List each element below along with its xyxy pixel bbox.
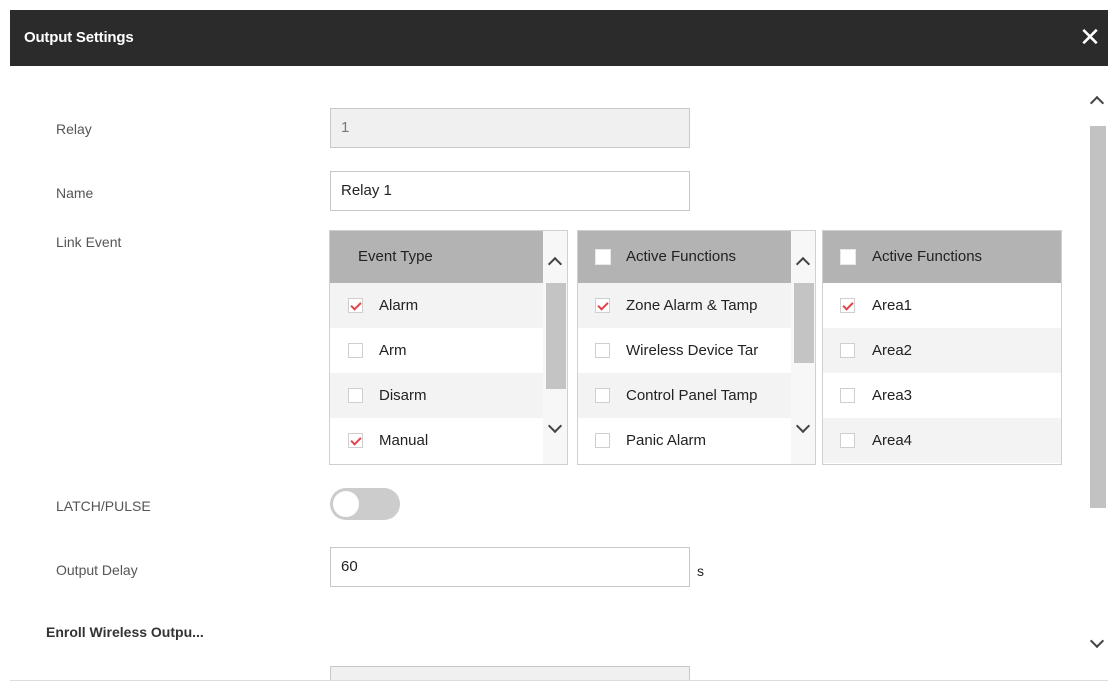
areas-header: Active Functions (823, 231, 1061, 283)
select-all-checkbox[interactable] (595, 249, 611, 265)
list-item-label: Area3 (872, 387, 913, 404)
checkbox[interactable] (348, 343, 363, 358)
list-item[interactable]: Area2 (823, 328, 1061, 373)
list-item-label: Arm (379, 342, 407, 359)
list-item[interactable]: Area4 (823, 418, 1061, 463)
output-delay-field[interactable]: 60 (330, 547, 690, 587)
active-functions-list: Active Functions Zone Alarm & Tamp Wirel… (577, 230, 816, 465)
checkbox[interactable] (595, 298, 610, 313)
toggle-knob (333, 491, 359, 517)
checkbox[interactable] (348, 298, 363, 313)
checkbox[interactable] (595, 388, 610, 403)
list-item[interactable]: Wireless Device Tar (578, 328, 791, 373)
relay-field: 1 (330, 108, 690, 148)
name-field[interactable]: Relay 1 (330, 171, 690, 211)
event-type-header: Event Type (330, 231, 543, 283)
list-item-label: Wireless Device Tar (626, 342, 759, 359)
checkbox[interactable] (840, 433, 855, 448)
event-type-scrollbar[interactable] (543, 231, 567, 464)
active-functions-header-label: Active Functions (626, 248, 737, 265)
link-event-label: Link Event (56, 234, 122, 250)
list-item-label: Area4 (872, 432, 913, 449)
active-functions-scrollbar[interactable] (791, 231, 815, 464)
list-item-label: Alarm (379, 297, 419, 314)
list-item[interactable]: Disarm (330, 373, 543, 418)
chevron-down-icon[interactable] (795, 418, 811, 434)
chevron-up-icon[interactable] (1089, 95, 1105, 111)
list-item-label: Area2 (872, 342, 913, 359)
enroll-wireless-output-label: Enroll Wireless Outpu... (46, 624, 204, 640)
checkbox[interactable] (840, 343, 855, 358)
enroll-field (330, 666, 690, 680)
latch-pulse-toggle[interactable] (330, 488, 400, 520)
close-icon[interactable]: ✕ (1076, 22, 1104, 52)
scrollbar-thumb[interactable] (1090, 126, 1106, 508)
list-item-label: Disarm (379, 387, 427, 404)
list-item[interactable]: Area3 (823, 373, 1061, 418)
list-item-label: Panic Alarm (626, 432, 707, 449)
chevron-up-icon[interactable] (547, 256, 563, 272)
checkbox[interactable] (348, 433, 363, 448)
output-delay-label: Output Delay (56, 562, 138, 578)
checkbox[interactable] (348, 388, 363, 403)
list-item-label: Zone Alarm & Tamp (626, 297, 758, 314)
relay-label: Relay (56, 121, 92, 137)
dialog-titlebar: Output Settings ✕ (10, 10, 1108, 66)
chevron-down-icon[interactable] (547, 418, 563, 434)
dialog-scrollbar[interactable] (1088, 66, 1108, 680)
output-delay-unit: s (697, 563, 704, 579)
select-all-checkbox[interactable] (840, 249, 856, 265)
list-item[interactable]: Control Panel Tamp (578, 373, 791, 418)
dialog-bottom-edge (10, 680, 1108, 686)
list-item[interactable]: Area1 (823, 283, 1061, 328)
scrollbar-thumb[interactable] (794, 283, 814, 363)
list-item[interactable]: Manual (330, 418, 543, 463)
checkbox[interactable] (840, 298, 855, 313)
active-functions-header: Active Functions (578, 231, 791, 283)
scrollbar-thumb[interactable] (546, 283, 566, 389)
dialog-title: Output Settings (24, 29, 134, 46)
checkbox[interactable] (840, 388, 855, 403)
areas-header-label: Active Functions (872, 248, 983, 265)
list-item[interactable]: Arm (330, 328, 543, 373)
event-type-header-label: Event Type (358, 248, 433, 265)
list-item-label: Manual (379, 432, 429, 449)
name-label: Name (56, 185, 94, 201)
list-item-label: Area1 (872, 297, 913, 314)
list-item-label: Control Panel Tamp (626, 387, 758, 404)
dialog-content: Relay 1 Name Relay 1 Link Event Event Ty… (10, 66, 1088, 680)
event-type-list: Event Type Alarm Arm Disarm Manual (329, 230, 568, 465)
chevron-up-icon[interactable] (795, 256, 811, 272)
latch-pulse-label: LATCH/PULSE (56, 498, 151, 514)
areas-list: Active Functions Area1 Area2 Area3 Area4 (822, 230, 1062, 465)
list-item[interactable]: Panic Alarm (578, 418, 791, 463)
checkbox[interactable] (595, 343, 610, 358)
checkbox[interactable] (595, 433, 610, 448)
chevron-down-icon[interactable] (1089, 633, 1105, 649)
list-item[interactable]: Alarm (330, 283, 543, 328)
list-item[interactable]: Zone Alarm & Tamp (578, 283, 791, 328)
